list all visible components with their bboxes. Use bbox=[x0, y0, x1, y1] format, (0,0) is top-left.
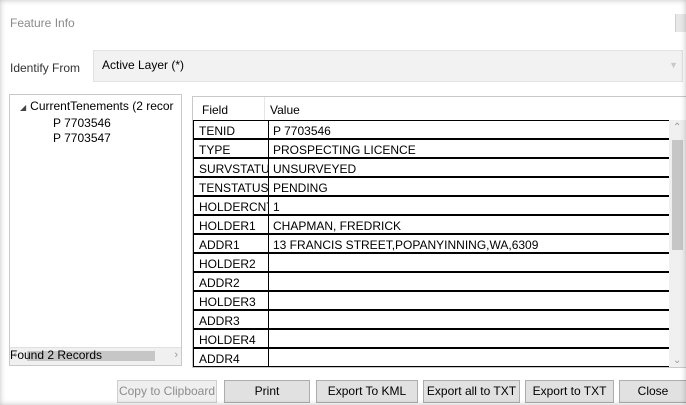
tree-node-layer-label: CurrentTenements (2 recor bbox=[30, 99, 174, 113]
export-to-kml-button[interactable]: Export To KML bbox=[316, 380, 418, 403]
value-cell bbox=[268, 272, 670, 291]
tree-node-feature[interactable]: P 7703547 bbox=[53, 131, 111, 145]
identify-from-value: Active Layer (*) bbox=[102, 58, 185, 72]
value-cell: UNSURVEYED bbox=[268, 158, 670, 177]
column-header-field[interactable]: Field bbox=[202, 103, 228, 117]
results-tree[interactable]: ◢ CurrentTenements (2 recor P 7703546 P 7… bbox=[9, 94, 182, 366]
field-cell: ADDR2 bbox=[193, 272, 269, 291]
table-row[interactable]: TENSTATUS PENDING bbox=[193, 177, 670, 196]
identify-from-dropdown[interactable]: Active Layer (*) ▼ bbox=[93, 50, 683, 82]
scrollbar-thumb[interactable] bbox=[672, 140, 683, 250]
window-title: Feature Info bbox=[10, 16, 75, 30]
grid-header: Field Value bbox=[193, 97, 669, 121]
field-cell: ADDR3 bbox=[193, 310, 269, 329]
table-row[interactable]: ADDR1 13 FRANCIS STREET,POPANYINNING,WA,6… bbox=[193, 234, 670, 253]
value-cell: 1 bbox=[268, 196, 670, 215]
field-cell: HOLDER3 bbox=[193, 291, 269, 310]
value-cell bbox=[268, 329, 670, 348]
field-cell: HOLDERCNT bbox=[193, 196, 269, 215]
field-cell: TENID bbox=[193, 120, 269, 139]
scroll-down-icon[interactable]: ⌄ bbox=[673, 355, 681, 366]
print-button[interactable]: Print bbox=[224, 380, 310, 403]
attribute-grid[interactable]: Field Value TENID P 7703546 TYPE PROSPECTIN… bbox=[192, 96, 686, 368]
scroll-up-icon[interactable]: ⌃ bbox=[673, 122, 681, 133]
value-cell bbox=[268, 310, 670, 329]
title-bar-button[interactable] bbox=[675, 14, 686, 32]
tree-node-layer[interactable]: ◢ CurrentTenements (2 recor bbox=[20, 99, 174, 113]
table-row[interactable]: ADDR4 bbox=[193, 348, 670, 367]
value-cell bbox=[268, 253, 670, 272]
table-row[interactable]: ADDR3 bbox=[193, 310, 670, 329]
scroll-right-icon[interactable]: › bbox=[174, 349, 178, 361]
table-row[interactable]: HOLDER2 bbox=[193, 253, 670, 272]
field-cell: TENSTATUS bbox=[193, 177, 269, 196]
value-cell: P 7703546 bbox=[268, 120, 670, 139]
table-row[interactable]: HOLDER1 CHAPMAN, FREDRICK bbox=[193, 215, 670, 234]
close-button[interactable]: Close bbox=[619, 380, 686, 403]
value-cell bbox=[268, 291, 670, 310]
table-row[interactable]: HOLDER3 bbox=[193, 291, 670, 310]
value-cell: PENDING bbox=[268, 177, 670, 196]
field-cell: ADDR4 bbox=[193, 348, 269, 367]
field-cell: TYPE bbox=[193, 139, 269, 158]
table-row[interactable]: SURVSTATUSUNSURVEYED bbox=[193, 158, 670, 177]
field-cell: ADDR1 bbox=[193, 234, 269, 253]
value-cell: CHAPMAN, FREDRICK bbox=[268, 215, 670, 234]
expand-triangle-icon[interactable]: ◢ bbox=[20, 103, 26, 112]
column-header-value[interactable]: Value bbox=[270, 103, 300, 117]
export-to-txt-button[interactable]: Export to TXT bbox=[525, 380, 614, 403]
value-cell: 13 FRANCIS STREET,POPANYINNING,WA,6309 bbox=[268, 234, 670, 253]
table-row[interactable]: TENID P 7703546 bbox=[193, 120, 670, 139]
identify-from-label: Identify From bbox=[10, 61, 81, 75]
field-cell: HOLDER4 bbox=[193, 329, 269, 348]
tree-node-feature[interactable]: P 7703546 bbox=[53, 116, 111, 130]
grid-vertical-scrollbar[interactable]: ⌃ ⌄ bbox=[669, 120, 686, 367]
table-row[interactable]: HOLDERCNT 1 bbox=[193, 196, 670, 215]
copy-to-clipboard-button[interactable]: Copy to Clipboard bbox=[117, 380, 217, 403]
field-cell: HOLDER2 bbox=[193, 253, 269, 272]
value-cell: PROSPECTING LICENCE bbox=[268, 139, 670, 158]
export-all-to-txt-button[interactable]: Export all to TXT bbox=[423, 380, 520, 403]
found-records-status: Found 2 Records bbox=[10, 348, 103, 362]
value-cell bbox=[268, 348, 670, 367]
table-row[interactable]: TYPE PROSPECTING LICENCE bbox=[193, 139, 670, 158]
field-cell: SURVSTATUS bbox=[193, 158, 269, 177]
field-cell: HOLDER1 bbox=[193, 215, 269, 234]
chevron-down-icon: ▼ bbox=[669, 60, 678, 70]
table-row[interactable]: HOLDER4 bbox=[193, 329, 670, 348]
table-row[interactable]: ADDR2 bbox=[193, 272, 670, 291]
